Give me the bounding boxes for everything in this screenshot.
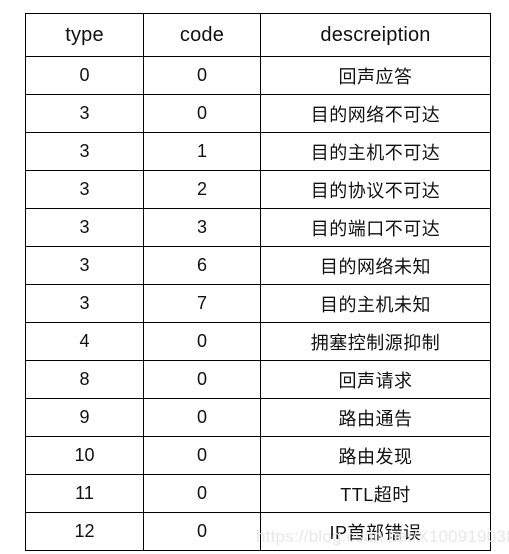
- column-header-code: code: [143, 13, 261, 57]
- cell-code: 3: [143, 208, 261, 247]
- table-row: 3 6 目的网络未知: [25, 246, 491, 285]
- cell-type: 10: [25, 436, 144, 475]
- cell-description: TTL超时: [260, 474, 491, 513]
- cell-type: 12: [25, 512, 144, 551]
- column-header-description: descreiption: [260, 13, 491, 57]
- cell-description: 目的端口不可达: [260, 208, 491, 247]
- table-row: 3 1 目的主机不可达: [25, 132, 491, 171]
- cell-type: 3: [25, 246, 144, 285]
- cell-description: 目的主机不可达: [260, 132, 491, 171]
- table-row: 4 0 拥塞控制源抑制: [25, 322, 491, 361]
- cell-description: 回声应答: [260, 56, 491, 95]
- table-row: 12 0 IP首部错误: [25, 512, 491, 551]
- cell-code: 7: [143, 284, 261, 323]
- cell-type: 11: [25, 474, 144, 513]
- cell-code: 2: [143, 170, 261, 209]
- cell-code: 0: [143, 56, 261, 95]
- cell-description: 目的网络未知: [260, 246, 491, 285]
- cell-type: 3: [25, 208, 144, 247]
- table-row: 10 0 路由发现: [25, 436, 491, 475]
- cell-description: 拥塞控制源抑制: [260, 322, 491, 361]
- table-row: 3 2 目的协议不可达: [25, 170, 491, 209]
- cell-description: 目的协议不可达: [260, 170, 491, 209]
- cell-code: 1: [143, 132, 261, 171]
- table-row: 11 0 TTL超时: [25, 474, 491, 513]
- cell-type: 3: [25, 170, 144, 209]
- cell-code: 0: [143, 322, 261, 361]
- table-body: 0 0 回声应答 3 0 目的网络不可达 3 1 目的主机不可达 3 2 目的协议不可达 3 3 目的端口不…: [25, 56, 491, 551]
- cell-description: 目的网络不可达: [260, 94, 491, 133]
- icmp-message-table-container: type code descreiption 0 0 回声应答 3 0 目的网络不可达 3 1…: [25, 13, 491, 551]
- cell-description: 回声请求: [260, 360, 491, 399]
- cell-type: 4: [25, 322, 144, 361]
- cell-code: 0: [143, 94, 261, 133]
- cell-description: 目的主机未知: [260, 284, 491, 323]
- cell-code: 0: [143, 436, 261, 475]
- table-row: 3 0 目的网络不可达: [25, 94, 491, 133]
- column-header-type: type: [25, 13, 144, 57]
- table-row: 0 0 回声应答: [25, 56, 491, 95]
- table-header: type code descreiption: [25, 13, 491, 57]
- cell-description: 路由通告: [260, 398, 491, 437]
- cell-type: 3: [25, 94, 144, 133]
- cell-code: 6: [143, 246, 261, 285]
- table-row: 8 0 回声请求: [25, 360, 491, 399]
- cell-code: 0: [143, 398, 261, 437]
- cell-code: 0: [143, 512, 261, 551]
- cell-type: 9: [25, 398, 144, 437]
- table-row: 3 7 目的主机未知: [25, 284, 491, 323]
- cell-description: 路由发现: [260, 436, 491, 475]
- cell-type: 8: [25, 360, 144, 399]
- table-row: 9 0 路由通告: [25, 398, 491, 437]
- cell-type: 0: [25, 56, 144, 95]
- cell-type: 3: [25, 284, 144, 323]
- icmp-message-table: type code descreiption 0 0 回声应答 3 0 目的网络不可达 3 1…: [25, 13, 491, 551]
- cell-code: 0: [143, 360, 261, 399]
- cell-code: 0: [143, 474, 261, 513]
- table-header-row: type code descreiption: [25, 13, 491, 57]
- table-row: 3 3 目的端口不可达: [25, 208, 491, 247]
- cell-type: 3: [25, 132, 144, 171]
- cell-description: IP首部错误: [260, 512, 491, 551]
